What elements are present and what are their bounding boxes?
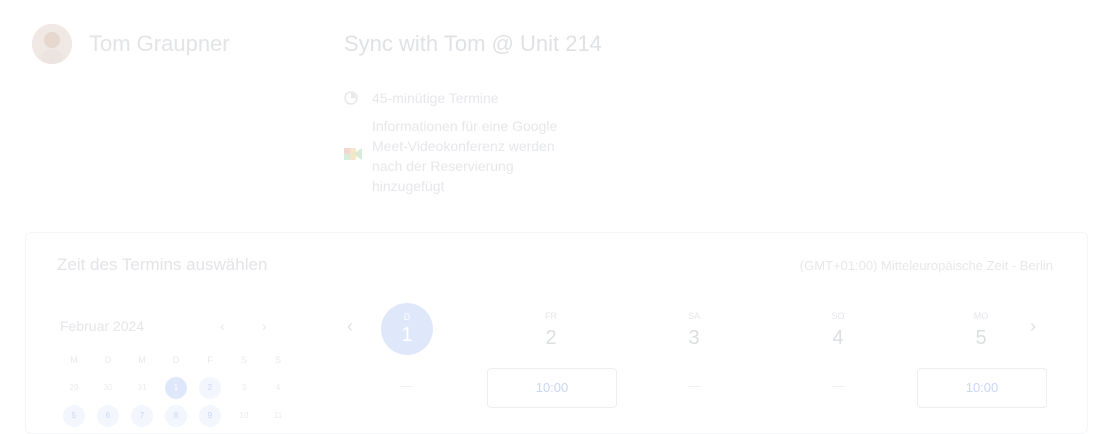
time-slot-button[interactable]: 10:00 — [917, 368, 1047, 408]
time-slot-button[interactable]: 10:00 — [487, 368, 617, 408]
weekday-label: D — [104, 355, 112, 365]
meet-info-text: Informationen für eine Google Meet-Video… — [372, 118, 558, 194]
select-time-title: Zeit des Termins auswählen — [57, 255, 268, 274]
day-number: 3 — [688, 327, 700, 349]
mini-calendar-prev-button[interactable]: ‹ — [220, 318, 225, 334]
day-weekday: MO — [973, 311, 989, 321]
mini-calendar-day: 30 — [103, 383, 113, 392]
day-column[interactable]: FR 2 — [486, 303, 616, 350]
weekday-label: D — [172, 355, 180, 365]
mini-calendar-month: Februar 2024 — [60, 318, 145, 334]
meet-row: Informationen für eine Google Meet-Video… — [344, 116, 572, 196]
day-weekday: SO — [831, 311, 845, 321]
google-meet-icon — [344, 144, 372, 164]
no-slot-indicator: — — [831, 378, 845, 393]
weekday-label: S — [240, 355, 247, 365]
mini-calendar-weekdays: M D M D F S S — [57, 355, 295, 365]
mini-calendar-day: 4 — [275, 383, 281, 392]
weekday-label: M — [138, 355, 146, 365]
host-avatar-image — [32, 24, 72, 64]
mini-calendar-day: 29 — [69, 383, 79, 392]
day-column-selected[interactable]: D 1 — [342, 303, 472, 355]
day-number: 2 — [545, 327, 557, 349]
duration-text: 45-minütige Termine — [372, 90, 499, 106]
mini-calendar-day: 3 — [241, 383, 247, 392]
no-slot-indicator: — — [400, 378, 414, 393]
host-name: Tom Graupner — [89, 31, 230, 56]
mini-calendar-day[interactable]: 2 — [199, 377, 221, 399]
event-title: Sync with Tom @ Unit 214 — [344, 31, 602, 56]
day-weekday: D — [403, 311, 411, 322]
mini-calendar-day-selected[interactable]: 1 — [165, 377, 187, 399]
day-number: 4 — [832, 327, 844, 349]
day-weekday: SA — [687, 311, 700, 321]
duration-row: 45-minütige Termine — [344, 88, 572, 108]
day-column[interactable]: SO 4 — [773, 303, 903, 350]
weekday-label: F — [207, 355, 213, 365]
mini-calendar-next-button[interactable]: › — [262, 318, 267, 334]
day-column[interactable]: SA 3 — [629, 303, 759, 350]
selected-day-circle: D 1 — [381, 303, 433, 355]
day-number: 1 — [401, 323, 413, 346]
no-slot-indicator: — — [687, 378, 701, 393]
clock-icon — [344, 88, 372, 108]
day-number: 5 — [975, 327, 987, 349]
mini-calendar-day: 31 — [137, 383, 147, 392]
mini-calendar-week: 29 30 31 1 2 3 4 — [57, 377, 295, 399]
timezone-selector[interactable]: (GMT+01:00) Mitteleuropäische Zeit - Ber… — [800, 258, 1053, 273]
host-avatar — [32, 24, 72, 64]
weekday-label: M — [70, 355, 78, 365]
day-column[interactable]: MO 5 — [916, 303, 1046, 350]
weekday-label: S — [274, 355, 281, 365]
day-weekday: FR — [545, 311, 557, 321]
